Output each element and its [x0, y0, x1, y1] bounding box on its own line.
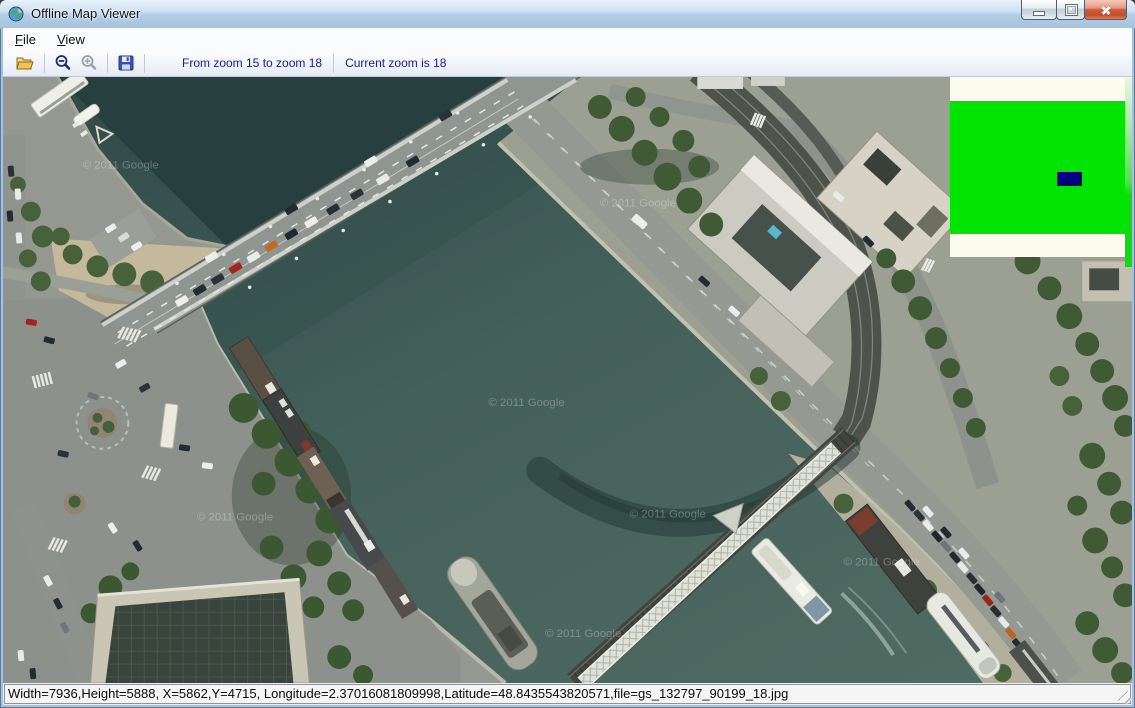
open-folder-icon [16, 55, 36, 71]
svg-text:© 2011 Google: © 2011 Google [630, 509, 706, 521]
app-icon [8, 6, 24, 22]
svg-text:© 2011 Google: © 2011 Google [600, 198, 676, 210]
building-bottom-left [91, 579, 310, 683]
status-text: Width=7936,Height=5888, X=5862,Y=4715, L… [4, 684, 1131, 704]
toolbar-separator [333, 54, 334, 73]
svg-text:© 2011 Google: © 2011 Google [488, 397, 564, 409]
toolbar-separator [144, 54, 145, 73]
zoom-out-button[interactable] [50, 52, 76, 75]
menu-view[interactable]: View [48, 29, 94, 50]
svg-text:© 2011 Google: © 2011 Google [545, 628, 621, 640]
zoom-out-icon [54, 54, 72, 72]
svg-text:© 2011 Google: © 2011 Google [844, 556, 920, 568]
save-button[interactable] [113, 52, 139, 75]
toolbar-separator [44, 54, 45, 73]
window-titlebar[interactable]: Offline Map Viewer [0, 0, 1135, 29]
resize-grip[interactable] [1118, 691, 1131, 704]
zoom-in-button[interactable] [76, 52, 102, 75]
open-file-button[interactable] [13, 52, 39, 75]
app-window: Offline Map Viewer File View [0, 0, 1135, 708]
minimap-overlay[interactable] [950, 77, 1128, 257]
status-bar: Width=7936,Height=5888, X=5862,Y=4715, L… [3, 683, 1132, 705]
minimap-coverage [950, 101, 1128, 234]
current-zoom-label: Current zoom is 18 [339, 56, 452, 70]
restore-icon [1066, 5, 1077, 15]
toolbar: From zoom 15 to zoom 18 Current zoom is … [3, 50, 1132, 77]
minimap-viewport-indicator[interactable] [1057, 172, 1082, 186]
menu-file[interactable]: File [6, 29, 45, 50]
minimize-button[interactable] [1021, 0, 1057, 20]
save-icon [118, 55, 134, 71]
minimize-icon [1034, 12, 1044, 15]
toolbar-separator [107, 54, 108, 73]
svg-text:© 2011 Google: © 2011 Google [197, 512, 273, 524]
close-button[interactable] [1084, 0, 1127, 20]
zoom-in-icon [80, 54, 98, 72]
svg-text:© 2011 Google: © 2011 Google [83, 160, 159, 172]
window-title: Offline Map Viewer [31, 0, 140, 28]
menu-bar: File View [3, 28, 1132, 51]
map-viewport[interactable]: © 2011 Google © 2011 Google © 2011 Googl… [3, 77, 1132, 683]
zoom-range-label: From zoom 15 to zoom 18 [176, 56, 328, 70]
restore-button[interactable] [1056, 0, 1085, 20]
close-icon [1100, 4, 1112, 16]
minimap-edge-strip [1125, 77, 1132, 267]
